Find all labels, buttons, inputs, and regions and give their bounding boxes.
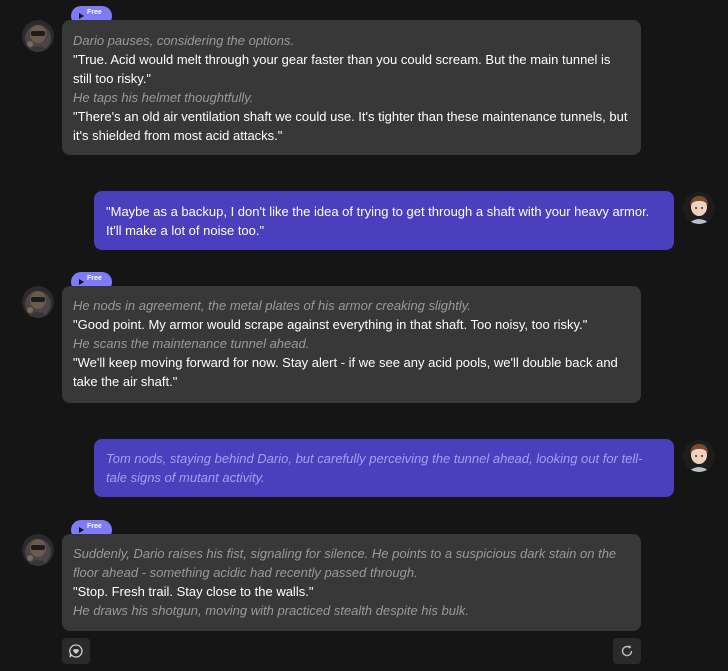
user-message: Tom nods, staying behind Dario, but care… [94, 439, 674, 497]
user-avatar-image [683, 192, 715, 224]
speech-line: "Maybe as a backup, I don't like the ide… [106, 204, 650, 238]
speech-line: "There's an old air ventilation shaft we… [73, 109, 628, 143]
regenerate-button[interactable] [613, 638, 641, 664]
react-button[interactable] [62, 638, 90, 664]
avatar[interactable] [22, 534, 54, 566]
bot-message: Suddenly, Dario raises his fist, signali… [62, 534, 641, 631]
badge-label: Free [87, 523, 102, 530]
narration-line: Suddenly, Dario raises his fist, signali… [73, 546, 617, 580]
bot-avatar-image [22, 20, 54, 52]
narration-line: He draws his shotgun, moving with practi… [73, 603, 469, 618]
play-icon [79, 279, 84, 285]
speech-line: "True. Acid would melt through your gear… [73, 52, 611, 86]
narration-line: He nods in agreement, the metal plates o… [73, 298, 471, 313]
narration-line: Dario pauses, considering the options. [73, 33, 295, 48]
play-icon [79, 13, 84, 19]
badge-label: Free [87, 275, 102, 282]
bot-message: He nods in agreement, the metal plates o… [62, 286, 641, 403]
narration-line: He scans the maintenance tunnel ahead. [73, 336, 310, 351]
narration-line: Tom nods, staying behind Dario, but care… [106, 451, 643, 485]
bot-message: Dario pauses, considering the options. "… [62, 20, 641, 155]
speech-line: "Stop. Fresh trail. Stay close to the wa… [73, 584, 314, 599]
avatar[interactable] [683, 192, 715, 224]
heart-chat-icon [69, 644, 83, 658]
user-avatar-image [683, 440, 715, 472]
regenerate-icon [621, 645, 633, 657]
bot-avatar-image [22, 534, 54, 566]
avatar[interactable] [22, 20, 54, 52]
user-message: "Maybe as a backup, I don't like the ide… [94, 191, 674, 250]
play-icon [79, 527, 84, 533]
badge-label: Free [87, 9, 102, 16]
bot-avatar-image [22, 286, 54, 318]
avatar[interactable] [22, 286, 54, 318]
speech-line: "Good point. My armor would scrape again… [73, 317, 588, 332]
avatar[interactable] [683, 440, 715, 472]
narration-line: He taps his helmet thoughtfully. [73, 90, 254, 105]
speech-line: "We'll keep moving forward for now. Stay… [73, 355, 618, 389]
